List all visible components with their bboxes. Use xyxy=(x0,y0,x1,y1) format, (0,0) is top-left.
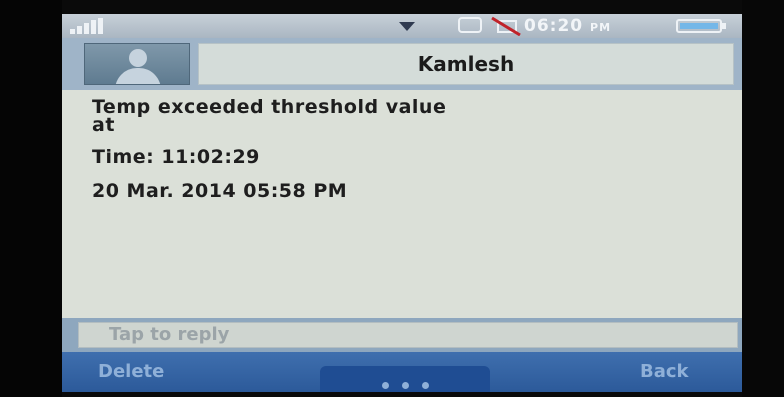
message-line-4: 20 Mar. 2014 05:58 PM xyxy=(92,180,348,202)
clock-time: 06:20 xyxy=(524,16,584,36)
contact-name: Kamlesh xyxy=(417,52,515,76)
signal-icon xyxy=(70,18,106,34)
phone-screen: 06:20 PM Kamlesh Temp exceeded threshold… xyxy=(62,14,742,392)
back-button[interactable]: Back xyxy=(640,352,689,392)
avatar-icon[interactable] xyxy=(84,43,190,85)
contact-name-box[interactable]: Kamlesh xyxy=(198,43,734,85)
phone-bezel-right xyxy=(742,0,784,397)
chevron-down-icon[interactable] xyxy=(399,22,415,31)
battery-icon xyxy=(676,19,726,33)
message-line-3: Time: 11:02:29 xyxy=(92,146,260,168)
delete-button[interactable]: Delete xyxy=(98,352,164,392)
clock-ampm: PM xyxy=(590,21,612,34)
more-dots-icon xyxy=(382,382,389,389)
reply-bar: Tap to reply xyxy=(62,318,742,352)
status-bar: 06:20 PM xyxy=(62,14,742,38)
mute-icon xyxy=(490,16,522,37)
message-body: Temp exceeded threshold value at Time: 1… xyxy=(62,90,742,318)
reply-input[interactable]: Tap to reply xyxy=(78,322,738,348)
message-line-2: at xyxy=(92,114,115,136)
more-options-button[interactable] xyxy=(320,366,490,392)
phone-bezel-left xyxy=(0,0,62,397)
message-icon xyxy=(458,17,482,33)
more-dots-icon xyxy=(402,382,409,389)
softkey-bar: Delete Back xyxy=(62,352,742,392)
more-dots-icon xyxy=(422,382,429,389)
conversation-header: Kamlesh xyxy=(62,38,742,90)
status-clock: 06:20 PM xyxy=(524,16,672,36)
